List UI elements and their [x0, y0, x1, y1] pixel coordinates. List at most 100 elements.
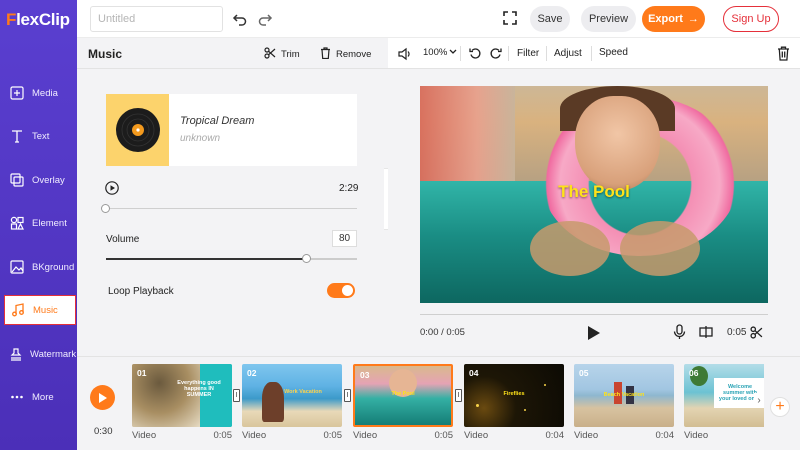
text-icon	[9, 128, 25, 144]
clip-thumbnail: 04 Fireflies	[464, 364, 564, 427]
save-button[interactable]: Save	[530, 6, 570, 32]
timeline-clip[interactable]: 04 Fireflies Video 0:04	[464, 364, 564, 444]
microphone-icon[interactable]	[673, 324, 686, 340]
clip-type: Video	[353, 430, 378, 441]
sidebar: FlexClip Media Text Overlay Element BKgr…	[0, 0, 77, 450]
divider	[460, 46, 461, 61]
sidebar-item-label: BKground	[32, 261, 75, 273]
filter-button[interactable]: Filter	[517, 48, 539, 59]
timeline-clip[interactable]: 05 Beach Vacation Video 0:04	[574, 364, 674, 444]
sidebar-item-music[interactable]: Music	[4, 295, 76, 325]
clip-number: 06	[689, 368, 699, 378]
export-button[interactable]: Export →	[642, 6, 705, 32]
sidebar-item-overlay[interactable]: Overlay	[4, 164, 76, 196]
clip-thumbnail: 05 Beach Vacation	[574, 364, 674, 427]
volume-label: Volume	[106, 234, 140, 245]
sign-up-button[interactable]: Sign Up	[723, 6, 779, 32]
music-progress-track[interactable]	[106, 208, 357, 209]
sidebar-item-watermark[interactable]: Watermark	[4, 338, 76, 370]
scissors-icon[interactable]	[750, 326, 763, 339]
delete-icon[interactable]	[777, 46, 790, 61]
transition-marker[interactable]: I	[455, 389, 462, 402]
preview-button[interactable]: Preview	[581, 6, 636, 32]
video-title-text[interactable]: The Pool	[420, 182, 768, 202]
split-icon[interactable]	[699, 325, 713, 339]
video-person-arm	[530, 221, 610, 276]
sidebar-item-label: Element	[32, 217, 67, 229]
timeline-clip[interactable]: 06 Welcome summer with your loved ones V…	[684, 364, 764, 444]
sidebar-item-media[interactable]: Media	[4, 77, 76, 109]
clip-overlay-text: Fireflies	[503, 391, 525, 397]
clip-thumbnail: 06 Welcome summer with your loved ones	[684, 364, 764, 427]
speaker-icon[interactable]	[398, 47, 412, 61]
transition-marker[interactable]: I	[233, 389, 240, 402]
video-preview[interactable]: The Pool	[420, 86, 768, 303]
clip-type: Video	[242, 430, 267, 441]
vinyl-record-icon	[115, 108, 160, 152]
watermark-icon	[9, 346, 23, 362]
clip-duration: 0:04	[655, 430, 675, 441]
remove-label: Remove	[336, 49, 372, 60]
play-icon	[98, 392, 107, 403]
undo-icon[interactable]	[232, 11, 248, 27]
trim-button[interactable]: Trim	[264, 47, 300, 62]
video-person-arm	[620, 221, 700, 276]
divider	[591, 46, 592, 61]
timeline-play-button[interactable]	[90, 385, 115, 410]
music-track-card[interactable]: Tropical Dream unknown	[106, 94, 357, 166]
sidebar-item-background[interactable]: BKground	[4, 251, 76, 283]
trim-label: Trim	[281, 49, 300, 60]
adjust-button[interactable]: Adjust	[554, 48, 582, 59]
music-progress-handle[interactable]	[101, 204, 110, 213]
rotate-right-icon[interactable]	[489, 47, 502, 60]
preview-progress-track[interactable]	[420, 314, 768, 315]
project-title-input[interactable]	[90, 6, 223, 32]
music-note-icon	[10, 302, 26, 318]
loop-playback-toggle[interactable]	[327, 283, 355, 298]
add-clip-button[interactable]: +	[770, 397, 790, 417]
clip-duration: 0:05	[434, 430, 454, 441]
remove-button[interactable]: Remove	[320, 47, 371, 62]
element-icon	[9, 215, 25, 231]
volume-value-field[interactable]: 80	[332, 230, 357, 247]
volume-slider-handle[interactable]	[302, 254, 312, 263]
track-name: Tropical Dream	[180, 115, 255, 127]
redo-icon[interactable]	[257, 11, 273, 27]
timeline-clip[interactable]: 03 The Pool Video 0:05	[353, 364, 453, 444]
clip-number: 05	[579, 368, 589, 378]
play-music-icon[interactable]	[105, 181, 119, 195]
fullscreen-icon[interactable]	[503, 11, 517, 25]
preview-toolbar: 100% Filter Adjust Speed	[388, 38, 800, 69]
timeline-scroll-right[interactable]: ›	[754, 393, 764, 407]
clip-number: 01	[137, 368, 147, 378]
clip-thumbnail: 03 The Pool	[353, 364, 453, 427]
preview-time-current: 0:00 / 0:05	[420, 327, 465, 338]
timeline-clip[interactable]: 01 Everything good happens IN SUMMER Vid…	[132, 364, 232, 444]
video-person-face	[575, 96, 660, 191]
clip-overlay-text: Beach Vacation	[603, 392, 645, 398]
sidebar-item-label: Watermark	[30, 348, 77, 360]
timeline-clip[interactable]: 02 Work Vacation Video 0:05	[242, 364, 342, 444]
clip-duration: 0:04	[545, 430, 565, 441]
play-icon[interactable]	[587, 325, 601, 341]
sidebar-item-text[interactable]: Text	[4, 120, 76, 152]
plus-icon: +	[775, 398, 785, 415]
transition-marker[interactable]: I	[344, 389, 351, 402]
chevron-right-icon: ›	[757, 394, 761, 406]
volume-slider-track[interactable]	[106, 258, 357, 260]
sidebar-item-label: Music	[33, 304, 58, 316]
clip-overlay-text: Everything good happens IN SUMMER	[177, 380, 221, 398]
sidebar-item-element[interactable]: Element	[4, 207, 76, 239]
sidebar-item-more[interactable]: More	[4, 381, 76, 413]
album-cover	[106, 94, 169, 166]
flexclip-logo[interactable]: FlexClip	[6, 10, 70, 30]
music-panel-header: Music Trim Remove	[77, 38, 388, 69]
zoom-select[interactable]: 100%	[423, 47, 457, 58]
speed-button[interactable]: Speed	[599, 47, 628, 58]
rotate-left-icon[interactable]	[469, 47, 482, 60]
scissors-icon	[264, 47, 276, 62]
clip-number: 03	[360, 370, 370, 380]
music-duration: 2:29	[339, 183, 359, 194]
clip-number: 02	[247, 368, 257, 378]
clip-duration: 0:05	[323, 430, 343, 441]
